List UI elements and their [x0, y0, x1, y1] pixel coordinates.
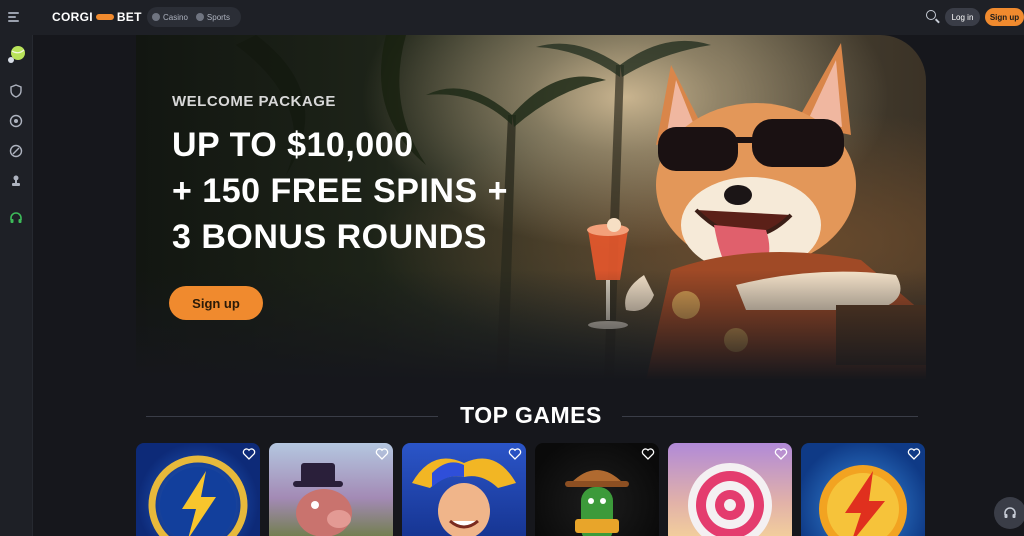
sports-label: Sports — [206, 12, 231, 22]
pawn-icon[interactable] — [9, 174, 23, 188]
casino-icon — [152, 13, 160, 21]
game-card-fire-lightning[interactable] — [801, 443, 925, 536]
favorite-heart-icon[interactable] — [774, 447, 788, 461]
top-header: CORGI BET Casino Sports Log in Sign up — [0, 0, 1024, 35]
headset-icon[interactable] — [9, 211, 23, 225]
game-card-pig-tophat[interactable] — [269, 443, 393, 536]
signup-button[interactable]: Sign up — [985, 8, 1024, 26]
game-card-jester[interactable] — [402, 443, 526, 536]
logo-text-left: CORGI — [52, 10, 93, 24]
search-icon[interactable] — [926, 10, 940, 24]
target-icon[interactable] — [9, 114, 23, 128]
login-button[interactable]: Log in — [945, 8, 980, 26]
favorite-heart-icon[interactable] — [641, 447, 655, 461]
hero-kicker: WELCOME PACKAGE — [172, 93, 336, 110]
favorite-heart-icon[interactable] — [907, 447, 921, 461]
logo-text-right: BET — [116, 10, 142, 24]
headphones-icon — [1004, 507, 1016, 518]
compass-icon[interactable] — [9, 144, 23, 158]
favorite-heart-icon[interactable] — [242, 447, 256, 461]
hero-bottom-fade — [136, 270, 926, 380]
logo[interactable]: CORGI BET — [52, 10, 142, 24]
favorite-heart-icon[interactable] — [508, 447, 522, 461]
sidebar — [0, 35, 33, 536]
hero-banner: WELCOME PACKAGE UP TO $10,000 + 150 FREE… — [136, 35, 926, 380]
hero-headline-line-3: 3 BONUS ROUNDS — [172, 218, 487, 256]
sports-icon — [195, 13, 204, 21]
product-switcher: Casino Sports — [147, 7, 241, 27]
casino-tab[interactable]: Casino — [152, 13, 188, 22]
support-chat-button[interactable] — [994, 497, 1024, 529]
hero-headline-line-1: UP TO $10,000 — [172, 126, 414, 164]
favorite-heart-icon[interactable] — [375, 447, 389, 461]
shield-icon[interactable] — [9, 84, 23, 98]
hero-signup-button[interactable]: Sign up — [169, 286, 263, 320]
game-card-lightning-coin[interactable] — [136, 443, 260, 536]
tennis-ball-icon[interactable] — [5, 44, 27, 66]
game-card-candy-swirl[interactable] — [668, 443, 792, 536]
hero-headline-line-2: + 150 FREE SPINS + — [172, 172, 508, 210]
casino-label: Casino — [163, 12, 188, 22]
top-games-title: TOP GAMES — [460, 402, 602, 428]
game-card-cactus-cowboy[interactable] — [535, 443, 659, 536]
bone-icon — [95, 14, 114, 20]
sports-tab[interactable]: Sports — [195, 12, 231, 22]
menu-icon[interactable] — [8, 10, 22, 24]
